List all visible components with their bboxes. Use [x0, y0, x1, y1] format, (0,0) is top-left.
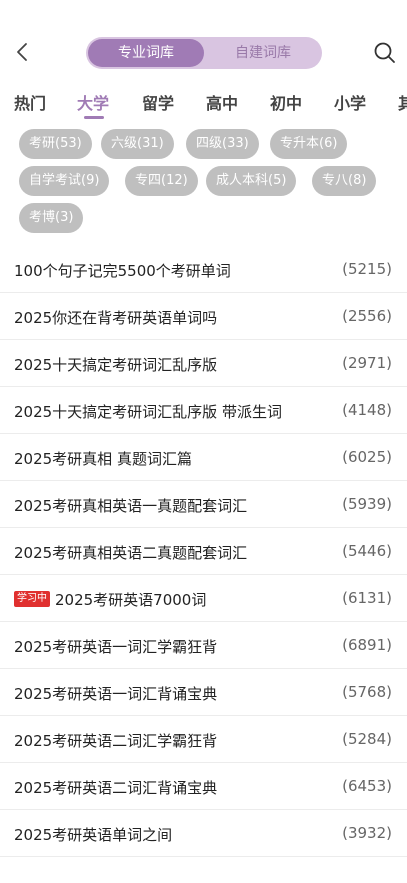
- library-switch: 专业词库 自建词库: [86, 37, 322, 69]
- word-count: (3932): [342, 824, 392, 842]
- word-count: (5939): [342, 495, 392, 513]
- chip-tem8[interactable]: 专八(8): [312, 166, 377, 196]
- book-title: 2025考研真相 真题词汇篇: [14, 450, 192, 468]
- list-item[interactable]: 2025十天搞定考研词汇乱序版 带派生词 (4148): [0, 387, 407, 434]
- word-count: (5215): [342, 260, 392, 278]
- chip-cet4[interactable]: 四级(33): [186, 129, 259, 159]
- back-button[interactable]: [8, 38, 36, 66]
- book-title: 2025考研真相英语一真题配套词汇: [14, 497, 248, 515]
- chip-adult-bachelor[interactable]: 成人本科(5): [206, 166, 297, 196]
- list-item[interactable]: 2025你还在背考研英语单词吗 (2556): [0, 293, 407, 340]
- list-item[interactable]: 2025考研英语二词汇背诵宝典 (6453): [0, 763, 407, 810]
- book-title: 2025十天搞定考研词汇乱序版 带派生词: [14, 403, 282, 421]
- tab-hot[interactable]: 热门: [14, 90, 46, 114]
- list-item[interactable]: 100个句子记完5500个考研单词 (5215): [0, 246, 407, 293]
- chip-cet6[interactable]: 六级(31): [101, 129, 174, 159]
- studying-badge: 学习中: [14, 591, 50, 607]
- chip-doctoral[interactable]: 考博(3): [19, 203, 84, 233]
- word-count: (2971): [342, 354, 392, 372]
- list-item[interactable]: 2025考研英语二词汇学霸狂背 (5284): [0, 716, 407, 763]
- book-title: 2025十天搞定考研词汇乱序版: [14, 356, 218, 374]
- word-count: (6891): [342, 636, 392, 654]
- tab-study-abroad[interactable]: 留学: [142, 90, 174, 114]
- list-item[interactable]: 2025十天搞定考研词汇乱序版 (2971): [0, 340, 407, 387]
- list-item[interactable]: 2025考研真相 真题词汇篇 (6025): [0, 434, 407, 481]
- word-count: (6131): [342, 589, 392, 607]
- tab-middle-school[interactable]: 初中: [270, 90, 302, 114]
- search-icon: [374, 42, 395, 63]
- tab-custom-library[interactable]: 自建词库: [206, 37, 320, 69]
- chip-tem4[interactable]: 专四(12): [125, 166, 198, 196]
- book-title: 2025考研英语二词汇学霸狂背: [14, 732, 218, 750]
- list-item[interactable]: 2025考研真相英语二真题配套词汇 (5446): [0, 528, 407, 575]
- chip-kaoyan[interactable]: 考研(53): [19, 129, 92, 159]
- word-count: (5768): [342, 683, 392, 701]
- tab-university[interactable]: 大学: [77, 90, 109, 114]
- list-item[interactable]: 2025考研真相英语一真题配套词汇 (5939): [0, 481, 407, 528]
- tab-professional-library[interactable]: 专业词库: [88, 39, 204, 67]
- word-count: (5446): [342, 542, 392, 560]
- list-item[interactable]: 学习中 2025考研英语7000词 (6131): [0, 575, 407, 622]
- word-count: (5284): [342, 730, 392, 748]
- list-item[interactable]: 2025考研英语一词汇学霸狂背 (6891): [0, 622, 407, 669]
- tab-other[interactable]: 其: [398, 90, 407, 114]
- list-item[interactable]: 2025考研英语单词之间 (3932): [0, 810, 407, 857]
- word-count: (2556): [342, 307, 392, 325]
- book-title: 2025考研英语一词汇学霸狂背: [14, 638, 218, 656]
- book-title: 2025考研英语二词汇背诵宝典: [14, 779, 218, 797]
- category-tabs: 热门 大学 留学 高中 初中 小学 其: [0, 86, 407, 122]
- search-button[interactable]: [372, 40, 398, 66]
- chip-zhuanshengben[interactable]: 专升本(6): [270, 129, 348, 159]
- book-title: 2025考研英语一词汇背诵宝典: [14, 685, 218, 703]
- tab-high-school[interactable]: 高中: [206, 90, 238, 114]
- chevron-left-icon: [17, 43, 27, 61]
- book-title: 2025考研英语单词之间: [14, 826, 173, 844]
- top-bar: 专业词库 自建词库: [0, 0, 407, 76]
- tab-primary-school[interactable]: 小学: [334, 90, 366, 114]
- word-count: (4148): [342, 401, 392, 419]
- book-title: 2025你还在背考研英语单词吗: [14, 309, 218, 327]
- active-tab-indicator: [84, 116, 104, 119]
- book-title: 2025考研英语7000词: [55, 591, 207, 609]
- word-count: (6453): [342, 777, 392, 795]
- list-item[interactable]: 2025考研英语一词汇背诵宝典 (5768): [0, 669, 407, 716]
- book-title: 2025考研真相英语二真题配套词汇: [14, 544, 248, 562]
- chip-self-study-exam[interactable]: 自学考试(9): [19, 166, 110, 196]
- book-title: 100个句子记完5500个考研单词: [14, 262, 231, 280]
- word-count: (6025): [342, 448, 392, 466]
